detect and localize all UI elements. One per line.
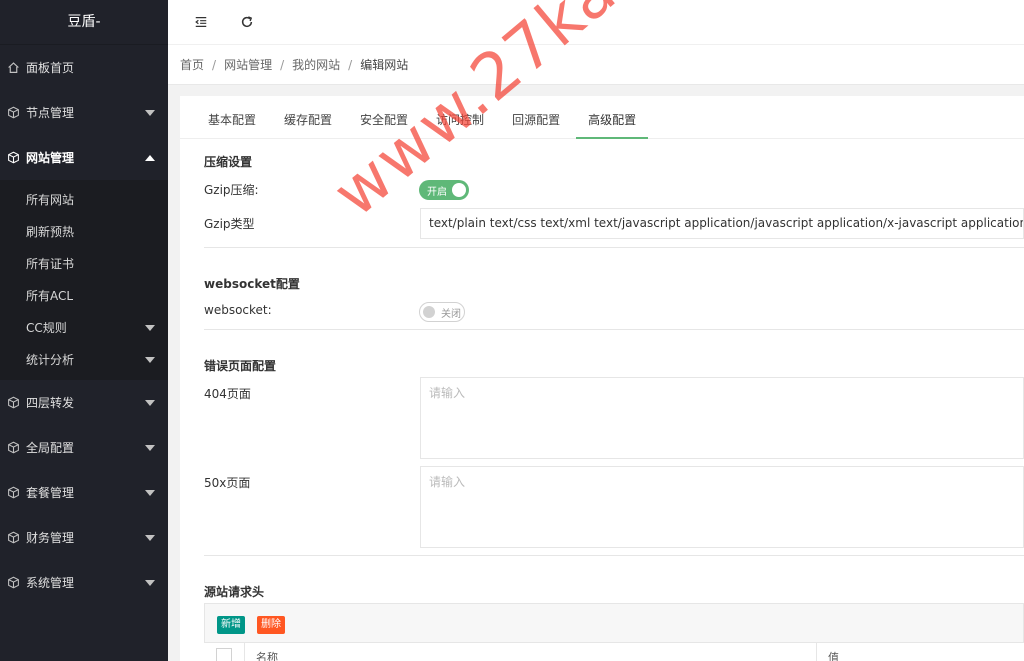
sidebar-item-label: 四层转发 xyxy=(26,396,75,410)
sidebar-item-label: 全局配置 xyxy=(26,441,75,455)
switch-text: 开启 xyxy=(427,186,447,198)
sidebar-item-l4-forward[interactable]: 四层转发 xyxy=(0,380,168,425)
sidebar-subitem-all-sites[interactable]: 所有网站 xyxy=(0,184,168,216)
tab-cache-config[interactable]: 缓存配置 xyxy=(272,96,344,138)
cube-icon xyxy=(6,531,20,545)
divider xyxy=(204,329,1024,330)
column-header-value: 值 xyxy=(828,651,839,661)
sidebar-item-finance[interactable]: 财务管理 xyxy=(0,515,168,560)
origin-headers-table-header: 名称 值 xyxy=(204,642,1024,661)
chevron-down-icon xyxy=(145,489,155,496)
breadcrumb-website-manage[interactable]: 网站管理 xyxy=(224,56,272,73)
sidebar-subitem-label: CC规则 xyxy=(26,321,67,335)
cube-icon xyxy=(6,396,20,410)
sidebar-item-label: 面板首页 xyxy=(26,61,75,75)
chevron-down-icon xyxy=(145,579,155,586)
sidebar-item-packages[interactable]: 套餐管理 xyxy=(0,470,168,515)
select-all-checkbox[interactable] xyxy=(216,648,232,661)
sidebar-item-websites[interactable]: 网站管理 xyxy=(0,135,168,180)
column-header-name: 名称 xyxy=(256,651,278,661)
compress-section-title: 压缩设置 xyxy=(204,155,253,169)
app-logo-title: 豆盾- xyxy=(0,0,168,45)
tab-security-config[interactable]: 安全配置 xyxy=(348,96,420,138)
sidebar: 豆盾- 面板首页 节点管理 网站管理 所有网站 刷新预热 所有证书 所有ACL … xyxy=(0,0,168,661)
switch-knob xyxy=(423,306,435,318)
sidebar-subitem-cc-rules[interactable]: CC规则 xyxy=(0,312,168,344)
cube-icon xyxy=(6,576,20,590)
sidebar-item-label: 套餐管理 xyxy=(26,486,75,500)
breadcrumb: 首页 / 网站管理 / 我的网站 / 编辑网站 xyxy=(168,45,1024,85)
switch-knob xyxy=(452,183,466,197)
sidebar-subitem-label: 统计分析 xyxy=(26,353,75,367)
gzip-compress-switch[interactable]: 开启 xyxy=(419,180,469,200)
breadcrumb-home[interactable]: 首页 xyxy=(180,56,204,73)
sidebar-subitem-all-certs[interactable]: 所有证书 xyxy=(0,248,168,280)
cube-icon xyxy=(6,151,20,165)
cube-icon xyxy=(6,441,20,455)
indent-icon[interactable] xyxy=(192,13,210,31)
websocket-label: websocket: xyxy=(204,303,272,317)
error-404-textarea[interactable] xyxy=(420,377,1024,459)
tab-access-control[interactable]: 访问控制 xyxy=(424,96,496,138)
websocket-section-title: websocket配置 xyxy=(204,277,300,291)
divider xyxy=(204,247,1024,248)
sidebar-item-label: 节点管理 xyxy=(26,106,75,120)
chevron-down-icon xyxy=(145,534,155,541)
chevron-down-icon xyxy=(145,109,155,116)
sidebar-item-nodes[interactable]: 节点管理 xyxy=(0,90,168,135)
tab-basic-config[interactable]: 基本配置 xyxy=(196,96,268,138)
sidebar-item-global-config[interactable]: 全局配置 xyxy=(0,425,168,470)
column-divider xyxy=(244,643,245,661)
sidebar-submenu-websites: 所有网站 刷新预热 所有证书 所有ACL CC规则 统计分析 xyxy=(0,180,168,380)
config-tabs: 基本配置 缓存配置 安全配置 访问控制 回源配置 高级配置 xyxy=(180,96,1024,139)
home-icon xyxy=(6,61,20,75)
breadcrumb-separator: / xyxy=(212,57,217,72)
cube-icon xyxy=(6,486,20,500)
error-50x-textarea[interactable] xyxy=(420,466,1024,548)
error-page-section-title: 错误页面配置 xyxy=(204,359,277,373)
edit-site-card: 基本配置 缓存配置 安全配置 访问控制 回源配置 高级配置 压缩设置 Gzip压… xyxy=(180,96,1024,661)
chevron-down-icon xyxy=(145,357,155,363)
divider xyxy=(204,555,1024,556)
origin-headers-section-title: 源站请求头 xyxy=(204,585,265,599)
sidebar-subitem-statistics[interactable]: 统计分析 xyxy=(0,344,168,376)
error-50x-label: 50x页面 xyxy=(204,476,251,490)
breadcrumb-separator: / xyxy=(348,57,353,72)
top-header xyxy=(168,0,1024,45)
websocket-switch[interactable]: 关闭 xyxy=(419,302,465,322)
breadcrumb-separator: / xyxy=(280,57,285,72)
sidebar-subitem-all-acl[interactable]: 所有ACL xyxy=(0,280,168,312)
sidebar-item-system[interactable]: 系统管理 xyxy=(0,560,168,605)
gzip-type-label: Gzip类型 xyxy=(204,217,255,231)
add-header-button[interactable]: 新增 xyxy=(217,616,245,634)
tab-advanced-config[interactable]: 高级配置 xyxy=(576,96,649,139)
sidebar-subitem-refresh-preheat[interactable]: 刷新预热 xyxy=(0,216,168,248)
sidebar-item-label: 网站管理 xyxy=(26,151,75,165)
error-404-label: 404页面 xyxy=(204,387,251,401)
column-divider xyxy=(816,643,817,661)
tab-origin-config[interactable]: 回源配置 xyxy=(500,96,572,138)
breadcrumb-edit-site: 编辑网站 xyxy=(360,58,409,72)
refresh-icon[interactable] xyxy=(238,13,256,31)
breadcrumb-my-sites[interactable]: 我的网站 xyxy=(292,56,340,73)
delete-header-button[interactable]: 删除 xyxy=(257,616,285,634)
chevron-down-icon xyxy=(145,444,155,451)
switch-text: 关闭 xyxy=(441,308,461,320)
cube-icon xyxy=(6,106,20,120)
chevron-down-icon xyxy=(145,325,155,331)
sidebar-item-dashboard[interactable]: 面板首页 xyxy=(0,45,168,90)
chevron-up-icon xyxy=(145,154,155,161)
sidebar-item-label: 系统管理 xyxy=(26,576,75,590)
chevron-down-icon xyxy=(145,399,155,406)
gzip-compress-label: Gzip压缩: xyxy=(204,183,259,197)
gzip-type-input[interactable]: text/plain text/css text/xml text/javasc… xyxy=(420,208,1024,239)
sidebar-item-label: 财务管理 xyxy=(26,531,75,545)
